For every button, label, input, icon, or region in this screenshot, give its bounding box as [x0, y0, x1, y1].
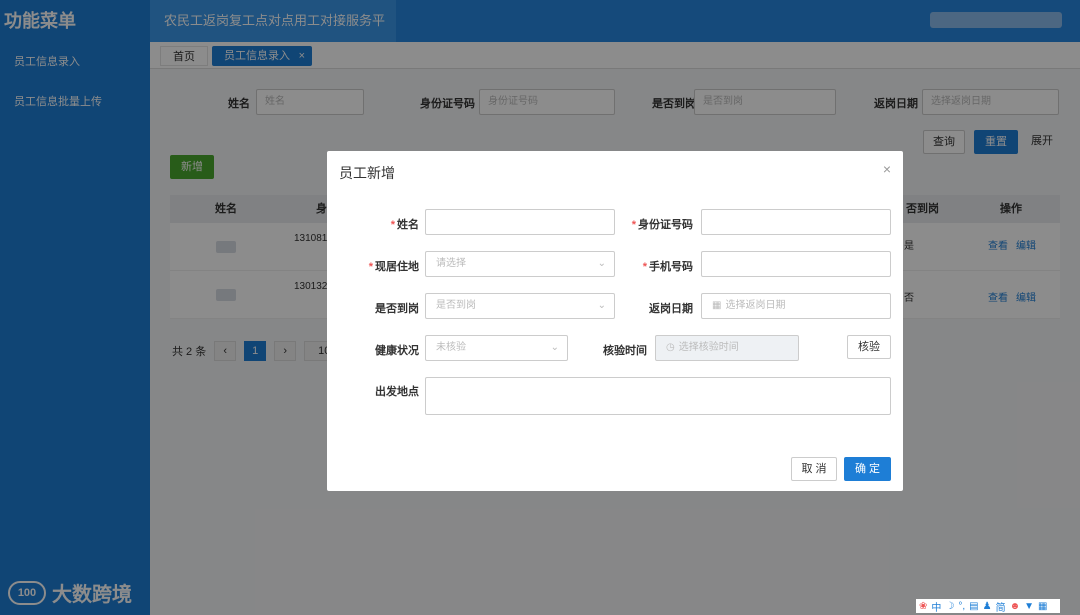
- confirm-button[interactable]: 确 定: [844, 457, 891, 481]
- ime-lang-toggle[interactable]: 中: [931, 599, 941, 614]
- health-label: 健康状况: [375, 345, 419, 357]
- chevron-down-icon: ⌄: [597, 258, 606, 269]
- clock-icon: ◷: [666, 342, 675, 353]
- system-tray: ❀ 中 ☽ °, ▤ ♟ 简 ☻ ▼ ▦: [916, 599, 1060, 614]
- id-number-input[interactable]: [701, 209, 891, 235]
- verify-time-label: 核验时间: [603, 345, 647, 357]
- verify-button[interactable]: 核验: [847, 335, 891, 359]
- residence-label: * 现居住地: [368, 261, 419, 273]
- chevron-down-icon: ⌄: [550, 342, 559, 353]
- user-icon[interactable]: ♟: [983, 601, 992, 612]
- origin-textarea[interactable]: [425, 377, 891, 415]
- calendar-icon: ▦: [712, 300, 722, 311]
- id-number-label: * 身份证号码: [631, 219, 693, 231]
- arrived-select[interactable]: 是否到岗 ⌄: [425, 293, 615, 319]
- health-select[interactable]: 未核验 ⌄: [425, 335, 568, 361]
- phone-label: * 手机号码: [642, 261, 693, 273]
- arrived-label: 是否到岗: [375, 303, 419, 315]
- punctuation-icon[interactable]: °,: [958, 601, 965, 612]
- cancel-button[interactable]: 取 消: [791, 457, 837, 481]
- moon-icon[interactable]: ☽: [945, 601, 954, 612]
- residence-select[interactable]: 请选择 ⌄: [425, 251, 615, 277]
- return-date-picker[interactable]: ▦ 选择返岗日期: [701, 293, 891, 319]
- chevron-down-icon: ⌄: [597, 300, 606, 311]
- emoji-icon[interactable]: ☻: [1010, 601, 1021, 612]
- add-employee-dialog: 员工新增 × * 姓名 * 身份证号码 * 现居住地 请选择 ⌄ * 手机号码 是否到岗 …: [327, 151, 903, 491]
- name-label: * 姓名: [390, 219, 419, 231]
- shirt-icon[interactable]: ▼: [1024, 601, 1034, 612]
- keyboard-icon[interactable]: ▤: [969, 601, 978, 612]
- return-date-label: 返岗日期: [649, 303, 693, 315]
- name-input[interactable]: [425, 209, 615, 235]
- ime-logo-icon[interactable]: ❀: [919, 601, 927, 612]
- ime-simplified-toggle[interactable]: 简: [996, 599, 1006, 614]
- verify-time-picker: ◷ 选择核验时间: [655, 335, 799, 361]
- phone-input[interactable]: [701, 251, 891, 277]
- grid-icon[interactable]: ▦: [1038, 601, 1047, 612]
- dialog-title: 员工新增: [339, 165, 395, 181]
- origin-label: 出发地点: [375, 386, 419, 398]
- dialog-close-icon[interactable]: ×: [883, 161, 891, 177]
